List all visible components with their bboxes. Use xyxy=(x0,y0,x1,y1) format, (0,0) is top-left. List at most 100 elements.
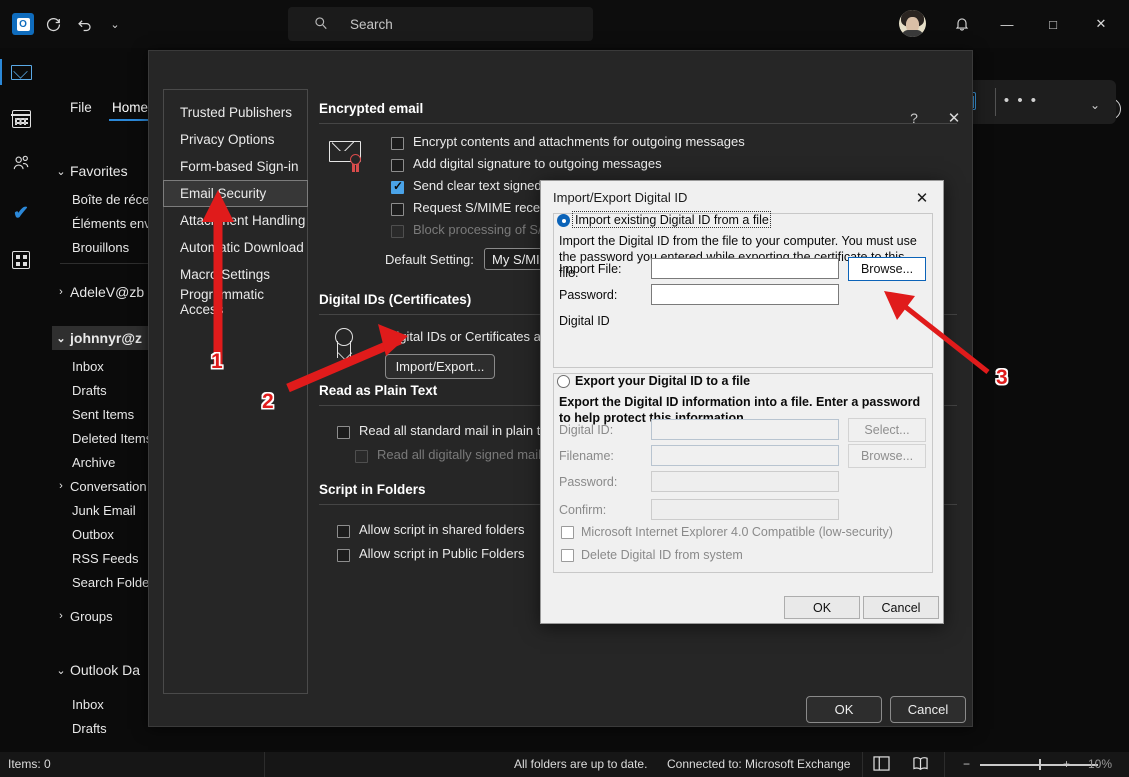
ribbon-expand-icon[interactable]: ⌄ xyxy=(1090,98,1100,112)
label-export-filename: Filename: xyxy=(559,449,614,463)
section-heading-digital-ids: Digital IDs (Certificates) xyxy=(319,292,471,307)
checkbox-add-digital-signature[interactable] xyxy=(391,159,404,172)
nav-item-programmatic-access[interactable]: Programmatic Access xyxy=(164,288,307,315)
export-filename-input xyxy=(651,445,839,466)
checkbox-ie4-compatible xyxy=(561,526,574,539)
checkbox-read-signed-mail-plain xyxy=(355,450,368,463)
zoom-in-button[interactable]: + xyxy=(1063,757,1070,771)
section-heading-plain-text: Read as Plain Text xyxy=(319,383,437,398)
folder-label: Favorites xyxy=(70,163,128,179)
search-icon xyxy=(314,16,328,33)
dialog-ok-button[interactable]: OK xyxy=(784,596,860,619)
export-confirm-input xyxy=(651,499,839,520)
nav-item-privacy-options[interactable]: Privacy Options xyxy=(164,126,307,153)
folder-label: Drafts xyxy=(72,721,107,736)
search-box[interactable]: Search xyxy=(288,7,593,41)
annotation-number-3: 3 xyxy=(996,366,1008,390)
nav-item-automatic-download[interactable]: Automatic Download xyxy=(164,234,307,261)
dialog-close-button[interactable]: ✕ xyxy=(907,186,937,210)
checkbox-send-clear-text-signed[interactable] xyxy=(391,181,404,194)
status-bar: Items: 0 All folders are up to date. Con… xyxy=(0,752,1129,777)
nav-item-email-security[interactable]: Email Security xyxy=(163,180,308,207)
tab-file[interactable]: File xyxy=(70,100,92,115)
label-request-smime-receipt: Request S/MIME receipt f xyxy=(413,200,561,215)
label-read-standard-mail-plain: Read all standard mail in plain text xyxy=(359,423,558,438)
chevron-right-icon: › xyxy=(52,286,70,298)
nav-label: Form-based Sign-in xyxy=(180,159,299,174)
label-allow-script-public: Allow script in Public Folders xyxy=(359,546,524,561)
minimize-button[interactable]: — xyxy=(984,10,1030,38)
rail-item-mail[interactable] xyxy=(8,59,34,85)
status-divider xyxy=(264,752,265,777)
status-items-count: Items: 0 xyxy=(8,757,51,771)
nav-item-form-based-signin[interactable]: Form-based Sign-in xyxy=(164,153,307,180)
trust-center-cancel-button[interactable]: Cancel xyxy=(890,696,966,723)
rail-item-todo[interactable]: ✔ xyxy=(8,200,34,226)
people-icon xyxy=(12,155,31,177)
select-button: Select... xyxy=(848,418,926,442)
nav-item-macro-settings[interactable]: Macro Settings xyxy=(164,261,307,288)
title-bar: O ⌄ Search xyxy=(0,0,1129,48)
folder-label: Search Folders xyxy=(72,575,160,590)
checkbox-allow-script-public[interactable] xyxy=(337,549,350,562)
label-export-password: Password: xyxy=(559,475,617,489)
import-password-input[interactable] xyxy=(651,284,839,305)
trust-center-nav: Trusted Publishers Privacy Options Form-… xyxy=(163,89,308,694)
folder-label: Brouillons xyxy=(72,240,129,255)
radio-export-digital-id[interactable] xyxy=(557,375,570,388)
nav-label: Email Security xyxy=(180,186,266,201)
label-export-digital-id-field: Digital ID: xyxy=(559,423,613,437)
search-placeholder: Search xyxy=(350,17,393,32)
folder-label: RSS Feeds xyxy=(72,551,138,566)
nav-label: Attachment Handling xyxy=(180,213,305,228)
refresh-icon[interactable] xyxy=(41,12,65,36)
close-button[interactable]: ✕ xyxy=(1078,10,1124,38)
zoom-level-label: 10% xyxy=(1088,757,1112,771)
calendar-icon xyxy=(12,110,31,128)
checkbox-delete-digital-id xyxy=(561,549,574,562)
chevron-down-icon: ⌄ xyxy=(52,664,70,677)
import-export-button[interactable]: Import/Export... xyxy=(385,354,495,379)
checkbox-encrypt-contents[interactable] xyxy=(391,137,404,150)
export-browse-button: Browse... xyxy=(848,444,926,468)
label-digital-ids-description: Digital IDs or Certificates are xyxy=(387,329,552,344)
outlook-window: O ⌄ Search xyxy=(0,0,1129,777)
radio-import-existing[interactable] xyxy=(557,214,570,227)
bell-icon[interactable] xyxy=(950,12,974,36)
nav-item-trusted-publishers[interactable]: Trusted Publishers xyxy=(164,99,307,126)
chevron-down-icon[interactable]: ⌄ xyxy=(103,12,127,36)
checkbox-request-smime-receipt[interactable] xyxy=(391,203,404,216)
status-divider-3 xyxy=(944,752,945,777)
annotation-number-2: 2 xyxy=(262,390,274,414)
avatar[interactable] xyxy=(899,10,926,37)
folder-item-odf-sent-items[interactable]: Sent Items xyxy=(52,740,288,745)
more-commands-button[interactable]: • • • xyxy=(1004,92,1038,109)
zoom-out-button[interactable]: − xyxy=(963,757,970,771)
label-encrypt-contents: Encrypt contents and attachments for out… xyxy=(413,134,745,149)
checkbox-read-standard-mail-plain[interactable] xyxy=(337,426,350,439)
dialog-cancel-button[interactable]: Cancel xyxy=(863,596,939,619)
folder-label: AdeleV@zb xyxy=(70,284,144,300)
label-digital-id: Digital ID xyxy=(559,314,610,328)
rail-item-apps[interactable] xyxy=(8,247,34,273)
trust-center-ok-button[interactable]: OK xyxy=(806,696,882,723)
nav-item-attachment-handling[interactable]: Attachment Handling xyxy=(164,207,307,234)
undo-icon[interactable] xyxy=(72,12,96,36)
rail-item-people[interactable] xyxy=(8,153,34,179)
dialog-title: Import/Export Digital ID xyxy=(553,190,687,205)
folder-label: Outlook Da xyxy=(70,662,140,678)
tab-home[interactable]: Home xyxy=(112,100,148,115)
annotation-number-1: 1 xyxy=(211,350,223,374)
checkbox-allow-script-shared[interactable] xyxy=(337,525,350,538)
rail-item-calendar[interactable] xyxy=(8,106,34,132)
normal-view-icon[interactable] xyxy=(873,756,890,774)
outlook-logo-letter: O xyxy=(17,18,30,31)
reading-view-icon[interactable] xyxy=(912,756,929,774)
section-heading-encrypted-email: Encrypted email xyxy=(319,101,423,116)
folder-label: Junk Email xyxy=(72,503,136,518)
maximize-button[interactable]: □ xyxy=(1030,10,1076,38)
nav-label: Programmatic Access xyxy=(180,287,307,317)
zoom-slider-thumb[interactable] xyxy=(1039,759,1041,770)
browse-button[interactable]: Browse... xyxy=(848,257,926,281)
import-file-input[interactable] xyxy=(651,258,839,279)
